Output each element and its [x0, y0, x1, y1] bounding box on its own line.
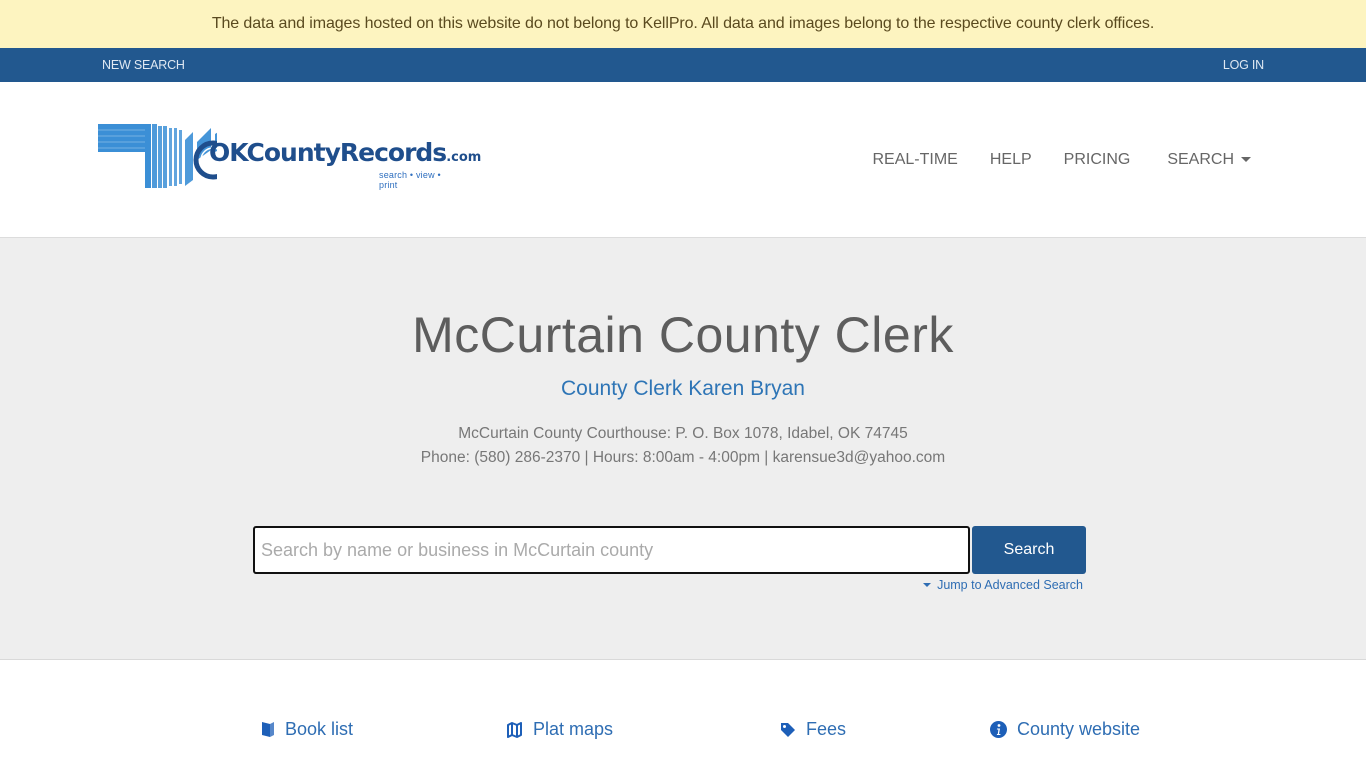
disclaimer-banner: The data and images hosted on this websi… [0, 0, 1366, 48]
login-link[interactable]: LOG IN [1223, 58, 1264, 72]
top-nav-bar: NEW SEARCH LOG IN [0, 48, 1366, 82]
nav-search-label: SEARCH [1167, 150, 1234, 168]
advanced-search-label: Jump to Advanced Search [937, 578, 1083, 592]
address-line: McCurtain County Courthouse: P. O. Box 1… [458, 425, 908, 442]
plat-maps-label: Plat maps [533, 719, 614, 739]
search-input[interactable] [253, 526, 970, 574]
county-hero: McCurtain County Clerk County Clerk Kare… [0, 238, 1366, 660]
main-nav: REAL-TIME HELP PRICING SEARCH [873, 151, 1251, 169]
search-form: Search [253, 526, 1086, 574]
nav-real-time[interactable]: REAL-TIME [873, 151, 958, 169]
book-list-label: Book list [285, 719, 354, 739]
page-title: McCurtain County Clerk [412, 307, 954, 363]
site-header: OKCountyRecords.com search • view • prin… [0, 82, 1366, 238]
nav-pricing[interactable]: PRICING [1064, 151, 1131, 169]
info-circle-icon [990, 721, 1007, 738]
plat-maps-link[interactable]: Plat maps [506, 719, 613, 740]
county-clerk-name: County Clerk Karen Bryan [561, 377, 805, 400]
county-website-label: County website [1017, 719, 1141, 739]
fees-label: Fees [806, 719, 847, 739]
logo-wordmark: OKCountyRecords.com [209, 137, 482, 167]
caret-down-icon [1241, 157, 1251, 162]
contact-line: Phone: (580) 286-2370 | Hours: 8:00am - … [420, 449, 946, 466]
caret-down-icon [923, 583, 932, 587]
oklahoma-shape-icon [98, 123, 217, 188]
logo-tagline: search • view • print [379, 169, 441, 190]
county-contact-info: McCurtain County Courthouse: P. O. Box 1… [0, 422, 1366, 470]
search-button[interactable]: Search [972, 526, 1086, 574]
book-icon [261, 721, 275, 738]
nav-search-dropdown[interactable]: SEARCH [1167, 151, 1251, 169]
advanced-search-link[interactable]: Jump to Advanced Search [923, 578, 1083, 592]
book-list-link[interactable]: Book list [261, 719, 353, 740]
new-search-link[interactable]: NEW SEARCH [102, 58, 185, 72]
nav-help[interactable]: HELP [990, 151, 1032, 169]
quick-links: Book list Plat maps Fees County website [0, 719, 1366, 745]
map-icon [506, 721, 523, 738]
tag-icon [780, 722, 796, 738]
disclaimer-text: The data and images hosted on this websi… [211, 15, 1155, 32]
county-website-link[interactable]: County website [990, 719, 1140, 740]
fees-link[interactable]: Fees [780, 719, 846, 740]
site-logo[interactable]: OKCountyRecords.com search • view • prin… [97, 120, 481, 200]
